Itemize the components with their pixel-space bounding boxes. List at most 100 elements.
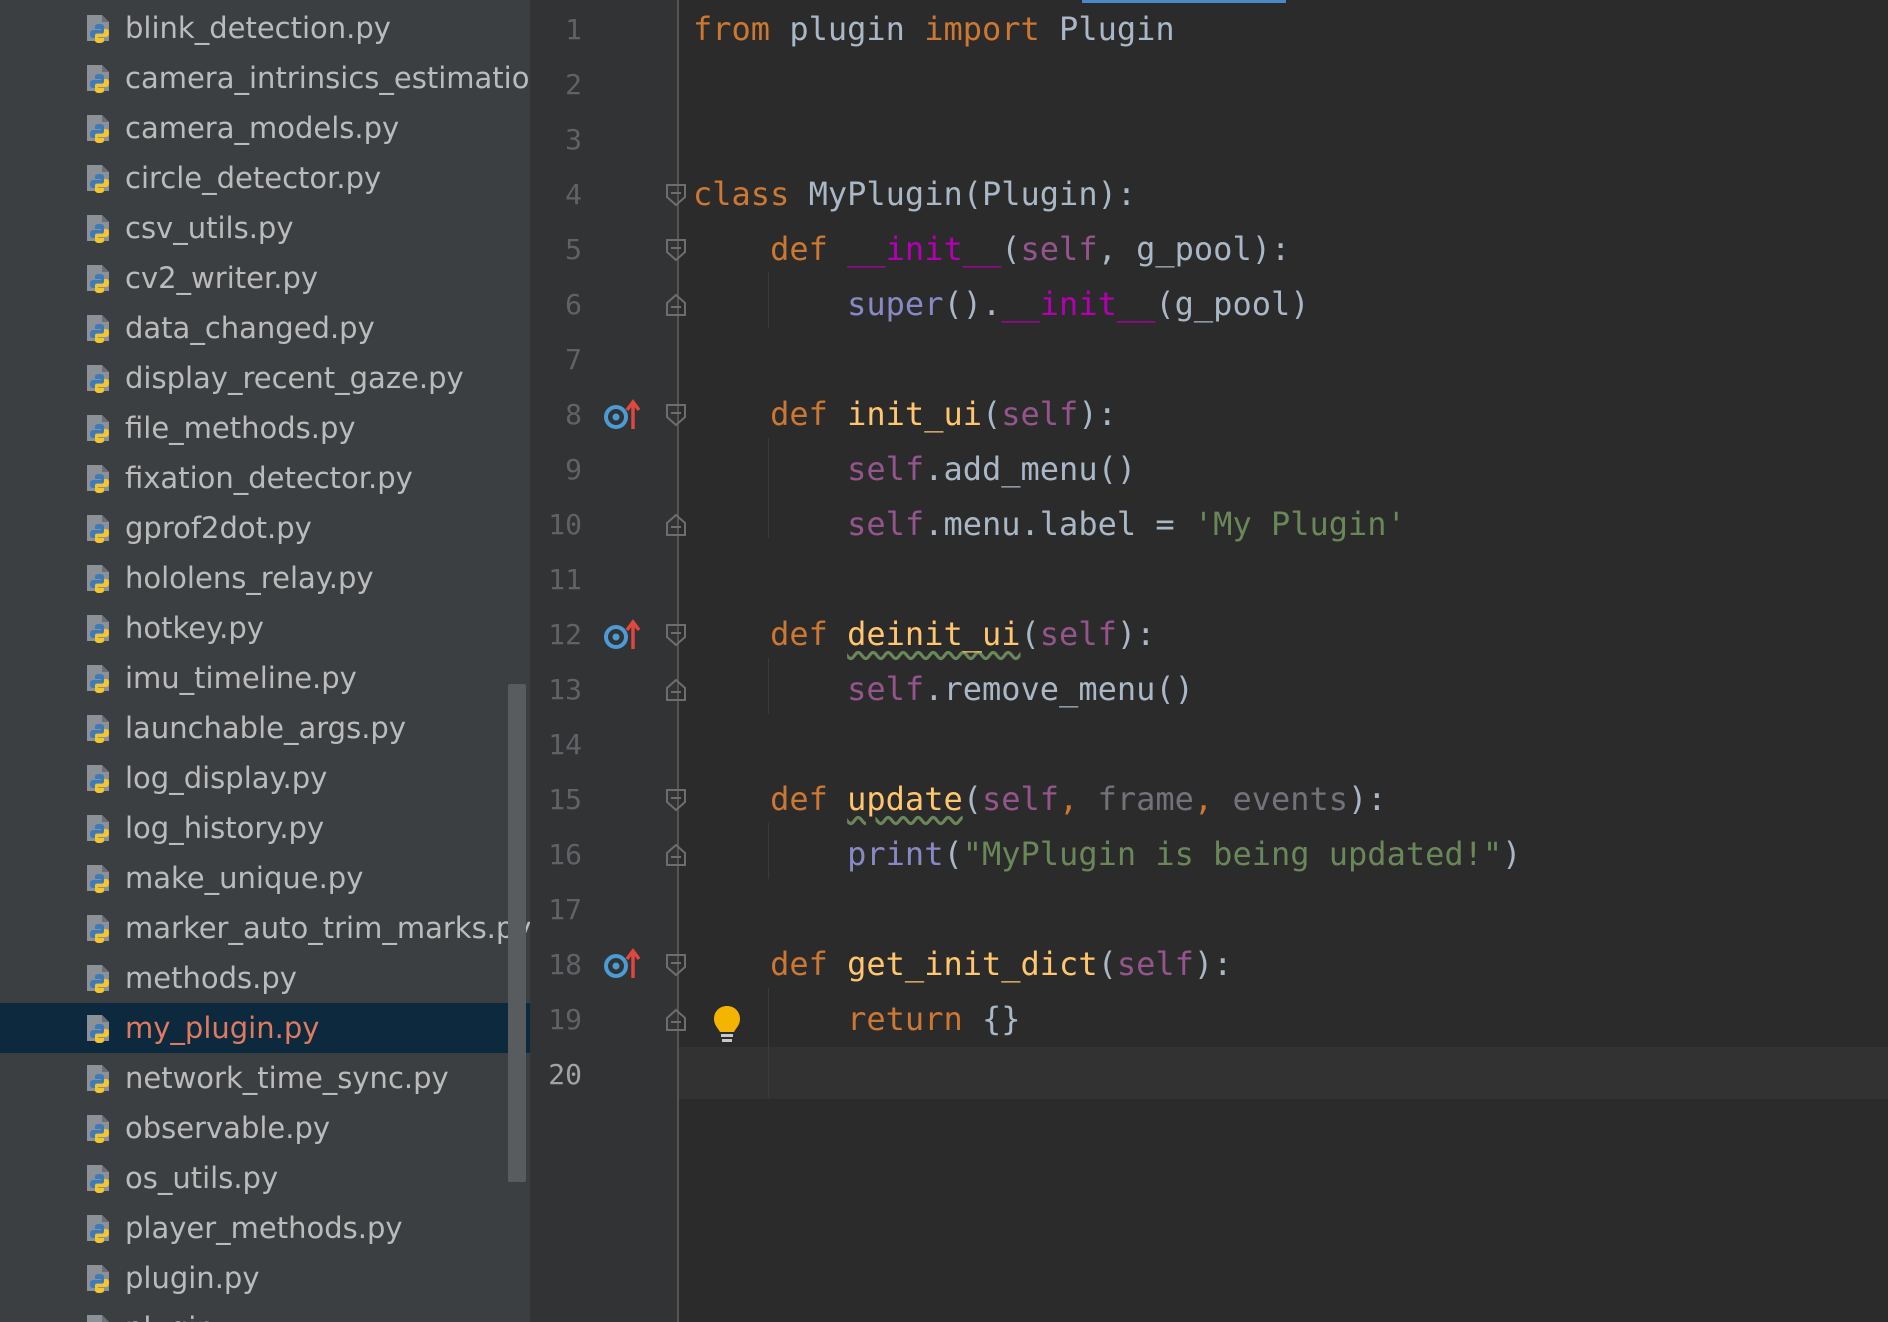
fold-marker-icon[interactable] xyxy=(664,513,688,537)
fold-marker-icon[interactable] xyxy=(664,953,688,977)
line-number: 12 xyxy=(548,618,582,651)
file-row[interactable]: fixation_detector.py xyxy=(0,453,530,503)
file-row[interactable]: gprof2dot.py xyxy=(0,503,530,553)
file-name: plugin... xyxy=(125,1310,242,1322)
file-row[interactable]: display_recent_gaze.py xyxy=(0,353,530,403)
overrides-method-icon[interactable] xyxy=(603,617,643,651)
line-number: 1 xyxy=(565,13,582,46)
self-param: self xyxy=(1020,230,1098,268)
code-line-12[interactable]: def deinit_ui(self): xyxy=(693,614,1155,654)
file-row[interactable]: file_methods.py xyxy=(0,403,530,453)
code-line-16[interactable]: print("MyPlugin is being updated!") xyxy=(693,834,1521,874)
code-line-6[interactable]: super().__init__(g_pool) xyxy=(693,284,1310,324)
param-frame: frame xyxy=(1097,780,1194,818)
code-line-19[interactable]: return {} xyxy=(693,999,1021,1039)
function-name: deinit_ui xyxy=(847,615,1021,653)
keyword-def: def xyxy=(770,395,828,433)
keyword-import: import xyxy=(924,10,1040,48)
file-row[interactable]: launchable_args.py xyxy=(0,703,530,753)
code-line-18[interactable]: def get_init_dict(self): xyxy=(693,944,1232,984)
python-file-icon xyxy=(83,1312,115,1322)
file-row[interactable]: observable.py xyxy=(0,1103,530,1153)
paren: ( xyxy=(1097,945,1117,983)
file-row[interactable]: marker_auto_trim_marks.py xyxy=(0,903,530,953)
call-args: (g_pool) xyxy=(1155,285,1310,323)
file-row[interactable]: log_history.py xyxy=(0,803,530,853)
function-name: init_ui xyxy=(847,395,982,433)
fold-marker-icon[interactable] xyxy=(664,1008,688,1032)
file-name: methods.py xyxy=(125,961,297,995)
builtin-print: print xyxy=(847,835,944,873)
fold-marker-icon[interactable] xyxy=(664,788,688,812)
code-line-8[interactable]: def init_ui(self): xyxy=(693,394,1117,434)
self-ref: self xyxy=(847,505,925,543)
file-row[interactable]: make_unique.py xyxy=(0,853,530,903)
code-line-5[interactable]: def __init__(self, g_pool): xyxy=(693,229,1290,269)
fold-marker-icon[interactable] xyxy=(664,403,688,427)
file-name: display_recent_gaze.py xyxy=(125,361,464,395)
file-row[interactable]: cv2_writer.py xyxy=(0,253,530,303)
line-number: 20 xyxy=(548,1058,582,1091)
fold-marker-icon[interactable] xyxy=(664,183,688,207)
code-line-10[interactable]: self.menu.label = 'My Plugin' xyxy=(693,504,1406,544)
fold-marker-icon[interactable] xyxy=(664,678,688,702)
python-file-icon xyxy=(83,462,115,494)
file-row[interactable]: imu_timeline.py xyxy=(0,653,530,703)
file-row[interactable]: camera_intrinsics_estimation.py xyxy=(0,53,530,103)
python-file-icon xyxy=(83,612,115,644)
file-row[interactable]: my_plugin.py xyxy=(0,1003,530,1053)
file-row[interactable]: hololens_relay.py xyxy=(0,553,530,603)
string-literal: "MyPlugin is being updated!" xyxy=(962,835,1503,873)
file-name: observable.py xyxy=(125,1111,331,1145)
file-row[interactable]: player_methods.py xyxy=(0,1203,530,1253)
fold-marker-icon[interactable] xyxy=(664,238,688,262)
file-row[interactable]: network_time_sync.py xyxy=(0,1053,530,1103)
file-name: my_plugin.py xyxy=(125,1011,320,1045)
python-file-icon xyxy=(83,1262,115,1294)
overrides-method-icon[interactable] xyxy=(603,946,643,980)
file-name: log_history.py xyxy=(125,811,325,845)
python-file-icon xyxy=(83,912,115,944)
file-row[interactable]: plugin.py xyxy=(0,1253,530,1303)
function-name: update xyxy=(847,780,963,818)
fold-marker-icon[interactable] xyxy=(664,293,688,317)
project-tree-panel[interactable]: blink_detection.py camera_intrinsics_esti… xyxy=(0,0,530,1322)
file-row[interactable]: log_display.py xyxy=(0,753,530,803)
file-row[interactable]: csv_utils.py xyxy=(0,203,530,253)
fold-marker-icon[interactable] xyxy=(664,623,688,647)
python-file-icon xyxy=(83,862,115,894)
file-row[interactable]: hotkey.py xyxy=(0,603,530,653)
code-line-9[interactable]: self.add_menu() xyxy=(693,449,1136,489)
code-line-1[interactable]: from plugin import Plugin xyxy=(693,9,1175,49)
file-name: cv2_writer.py xyxy=(125,261,319,295)
file-row[interactable]: circle_detector.py xyxy=(0,153,530,203)
return-value: {} xyxy=(962,1000,1021,1038)
file-row[interactable]: blink_detection.py xyxy=(0,3,530,53)
paren: ( xyxy=(1020,615,1040,653)
code-line-13[interactable]: self.remove_menu() xyxy=(693,669,1194,709)
file-name: player_methods.py xyxy=(125,1211,403,1245)
python-file-icon xyxy=(83,962,115,994)
line-number: 9 xyxy=(565,453,582,486)
line-number: 5 xyxy=(565,233,582,266)
fold-marker-icon[interactable] xyxy=(664,843,688,867)
code-line-4[interactable]: class MyPlugin(Plugin): xyxy=(693,174,1136,214)
file-row[interactable]: camera_models.py xyxy=(0,103,530,153)
code-line-15[interactable]: def update(self, frame, events): xyxy=(693,779,1387,819)
file-row[interactable]: data_changed.py xyxy=(0,303,530,353)
magic-method: __init__ xyxy=(1001,285,1156,323)
file-row[interactable]: methods.py xyxy=(0,953,530,1003)
function-name: __init__ xyxy=(847,230,1002,268)
file-row[interactable]: plugin... xyxy=(0,1303,530,1322)
paren: ( xyxy=(981,395,1002,433)
tree-scrollbar[interactable] xyxy=(508,684,526,1182)
self-ref: self xyxy=(847,670,925,708)
python-file-icon xyxy=(83,1112,115,1144)
python-file-icon xyxy=(83,1062,115,1094)
keyword-from: from xyxy=(693,10,771,48)
overrides-method-icon[interactable] xyxy=(603,397,643,431)
python-file-icon xyxy=(83,412,115,444)
python-file-icon xyxy=(83,262,115,294)
line-number: 17 xyxy=(548,893,582,926)
file-row[interactable]: os_utils.py xyxy=(0,1153,530,1203)
